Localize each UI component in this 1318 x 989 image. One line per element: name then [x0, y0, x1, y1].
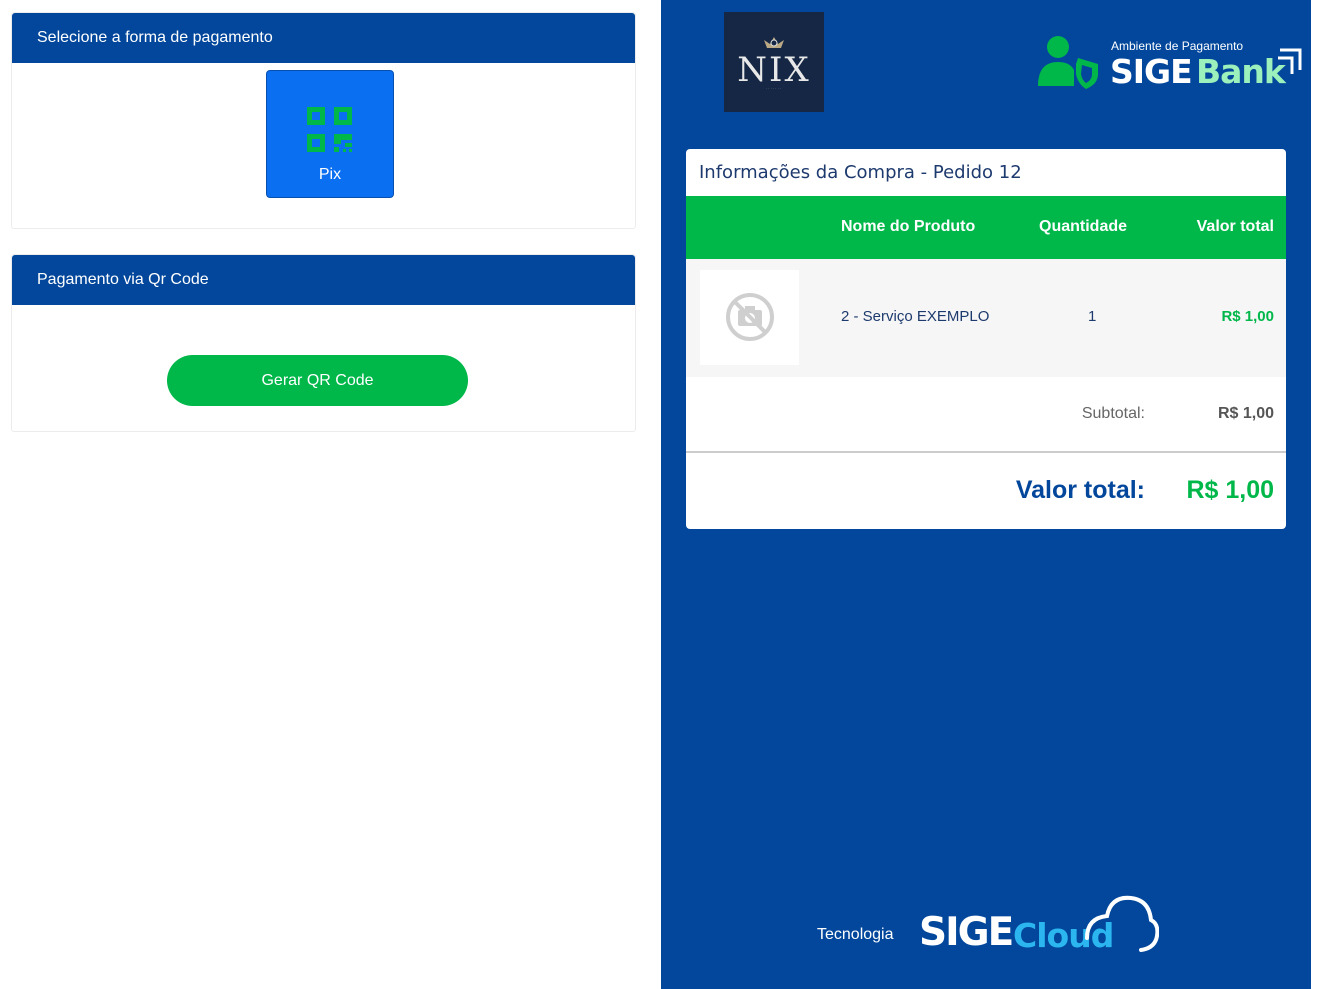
product-quantity: 1	[1088, 308, 1097, 325]
no-image-icon	[726, 293, 774, 341]
subtotal-value: R$ 1,00	[1217, 405, 1274, 422]
generate-qr-button[interactable]: Gerar QR Code	[167, 355, 468, 406]
qr-payment-card: Pagamento via Qr Code Gerar QR Code	[11, 254, 636, 432]
pix-label: Pix	[318, 166, 342, 183]
subtotal-label: Subtotal:	[1081, 405, 1145, 422]
sigecloud-sige-text: SIGE	[919, 910, 1014, 955]
user-shield-icon	[1038, 36, 1098, 89]
total-label: Valor total:	[1015, 476, 1145, 504]
column-header-quantity: Quantidade	[1039, 218, 1128, 235]
store-logo-subtext: ·······	[765, 86, 783, 91]
order-card: Informações da Compra - Pedido 12 Nome d…	[686, 149, 1286, 529]
order-table-header: Nome do Produto Quantidade Valor total	[686, 196, 1286, 259]
divider	[686, 451, 1286, 453]
sigebank-caption: Ambiente de Pagamento	[1111, 39, 1244, 53]
payment-method-card: Selecione a forma de pagamento Pix	[11, 12, 636, 229]
column-header-total: Valor total	[1196, 218, 1274, 235]
qr-payment-header: Pagamento via Qr Code	[12, 255, 635, 305]
product-image	[700, 270, 799, 365]
product-name: 2 - Serviço EXEMPLO	[841, 308, 990, 325]
pix-button[interactable]: Pix	[266, 70, 394, 198]
sigebank-sige-text: SIGE	[1110, 52, 1193, 91]
qr-code-icon	[307, 107, 352, 152]
sigecloud-logo: SIGE Cloud	[917, 888, 1159, 958]
order-title: Informações da Compra - Pedido 12	[699, 162, 1022, 183]
total-value: R$ 1,00	[1186, 476, 1274, 504]
sigebank-logo: Ambiente de Pagamento SIGE Bank	[1036, 34, 1306, 94]
corner-bracket-icon	[1278, 48, 1302, 74]
sigebank-bank-text: Bank	[1196, 52, 1286, 91]
table-row: 2 - Serviço EXEMPLO 1 R$ 1,00	[686, 259, 1286, 377]
product-total: R$ 1,00	[1221, 308, 1274, 325]
store-logo: NIX ·······	[724, 12, 824, 112]
column-header-product: Nome do Produto	[841, 218, 976, 235]
cloud-icon	[1085, 895, 1159, 952]
payment-method-header: Selecione a forma de pagamento	[12, 13, 635, 63]
footer-tech-label: Tecnologia	[817, 926, 894, 943]
order-summary-panel: NIX ······· Ambiente de Pagamento SIGE B…	[661, 0, 1311, 989]
crest-icon	[764, 37, 784, 48]
store-logo-text: NIX	[737, 50, 811, 90]
